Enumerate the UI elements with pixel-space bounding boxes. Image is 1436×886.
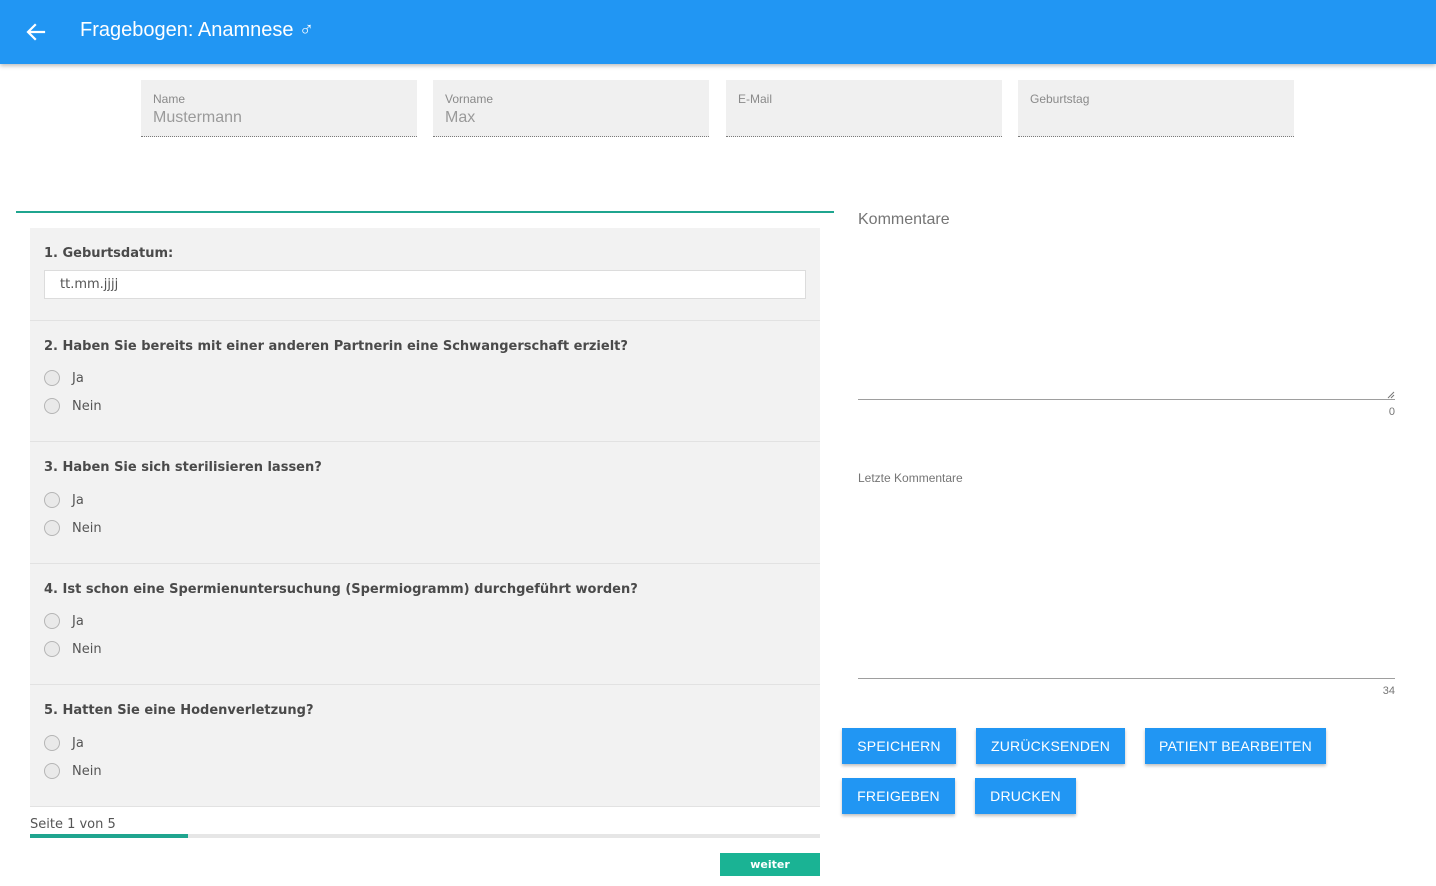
save-button[interactable]: SPEICHERN xyxy=(842,728,956,764)
name-field[interactable]: Name Mustermann xyxy=(141,80,417,137)
question-5-title: 5. Hatten Sie eine Hodenverletzung? xyxy=(44,703,314,718)
comments-label: Kommentare xyxy=(858,211,950,228)
question-3-title: 3. Haben Sie sich sterilisieren lassen? xyxy=(44,460,322,475)
question-1-title: 1. Geburtsdatum: xyxy=(44,246,174,261)
question-4-option-ja[interactable]: Ja xyxy=(44,612,84,630)
question-5: 5. Hatten Sie eine Hodenverletzung? Ja N… xyxy=(30,685,820,807)
radio-circle-icon[interactable] xyxy=(44,398,60,414)
question-4-title: 4. Ist schon eine Spermienuntersuchung (… xyxy=(44,582,638,597)
page-title: Fragebogen: Anamnese ♂ xyxy=(80,19,315,41)
arrow-left-icon xyxy=(26,23,46,41)
radio-circle-icon[interactable] xyxy=(44,735,60,751)
first-name-field-label: Vorname xyxy=(445,92,494,106)
radio-circle-icon[interactable] xyxy=(44,370,60,386)
page-indicator: Seite 1 von 5 xyxy=(30,817,116,832)
question-2-title: 2. Haben Sie bereits mit einer anderen P… xyxy=(44,339,628,354)
question-3: 3. Haben Sie sich sterilisieren lassen? … xyxy=(30,442,820,564)
question-4: 4. Ist schon eine Spermienuntersuchung (… xyxy=(30,564,820,685)
question-2: 2. Haben Sie bereits mit einer anderen P… xyxy=(30,321,820,442)
radio-label: Ja xyxy=(72,370,84,386)
first-name-field-value: Max xyxy=(445,109,476,126)
radio-circle-icon[interactable] xyxy=(44,520,60,536)
radio-label: Nein xyxy=(72,763,102,779)
question-3-option-nein[interactable]: Nein xyxy=(44,519,102,537)
progress-bar xyxy=(30,834,820,838)
radio-circle-icon[interactable] xyxy=(44,641,60,657)
name-field-label: Name xyxy=(153,92,186,106)
comments-textarea[interactable] xyxy=(858,238,1395,400)
last-comments-label: Letzte Kommentare xyxy=(858,471,963,485)
radio-label: Nein xyxy=(72,398,102,414)
question-2-option-nein[interactable]: Nein xyxy=(44,397,102,415)
radio-label: Ja xyxy=(72,613,84,629)
question-4-option-nein[interactable]: Nein xyxy=(44,640,102,658)
radio-circle-icon[interactable] xyxy=(44,613,60,629)
radio-circle-icon[interactable] xyxy=(44,492,60,508)
radio-label: Ja xyxy=(72,492,84,508)
question-5-option-ja[interactable]: Ja xyxy=(44,734,84,752)
question-1: 1. Geburtsdatum: tt.mm.jjjj xyxy=(30,228,820,321)
print-button[interactable]: DRUCKEN xyxy=(975,778,1076,814)
question-3-option-ja[interactable]: Ja xyxy=(44,491,84,509)
birthday-field[interactable]: Geburtstag xyxy=(1018,80,1294,137)
radio-circle-icon[interactable] xyxy=(44,763,60,779)
birthdate-input[interactable]: tt.mm.jjjj xyxy=(44,270,806,299)
birthday-field-label: Geburtstag xyxy=(1030,92,1090,106)
first-name-field[interactable]: Vorname Max xyxy=(433,80,709,137)
radio-label: Nein xyxy=(72,641,102,657)
comments-char-counter: 0 xyxy=(1388,406,1395,418)
question-2-option-ja[interactable]: Ja xyxy=(44,369,84,387)
edit-patient-button[interactable]: PATIENT BEARBEITEN xyxy=(1145,728,1326,764)
name-field-value: Mustermann xyxy=(153,109,242,126)
last-comments-counter: 34 xyxy=(1382,685,1395,697)
next-button[interactable]: weiter xyxy=(720,853,820,876)
email-field[interactable]: E-Mail xyxy=(726,80,1002,137)
radio-label: Nein xyxy=(72,520,102,536)
back-button[interactable] xyxy=(20,16,52,48)
release-button[interactable]: FREIGEBEN xyxy=(842,778,955,814)
question-5-option-nein[interactable]: Nein xyxy=(44,762,102,780)
progress-bar-fill xyxy=(30,834,188,838)
radio-label: Ja xyxy=(72,735,84,751)
email-field-label: E-Mail xyxy=(738,92,773,106)
last-comments-area xyxy=(858,490,1395,679)
app-bar: Fragebogen: Anamnese ♂ xyxy=(0,0,1436,64)
return-button[interactable]: ZURÜCKSENDEN xyxy=(976,728,1125,764)
resize-grip-icon[interactable] xyxy=(1385,389,1395,399)
survey-top-divider xyxy=(16,211,834,213)
